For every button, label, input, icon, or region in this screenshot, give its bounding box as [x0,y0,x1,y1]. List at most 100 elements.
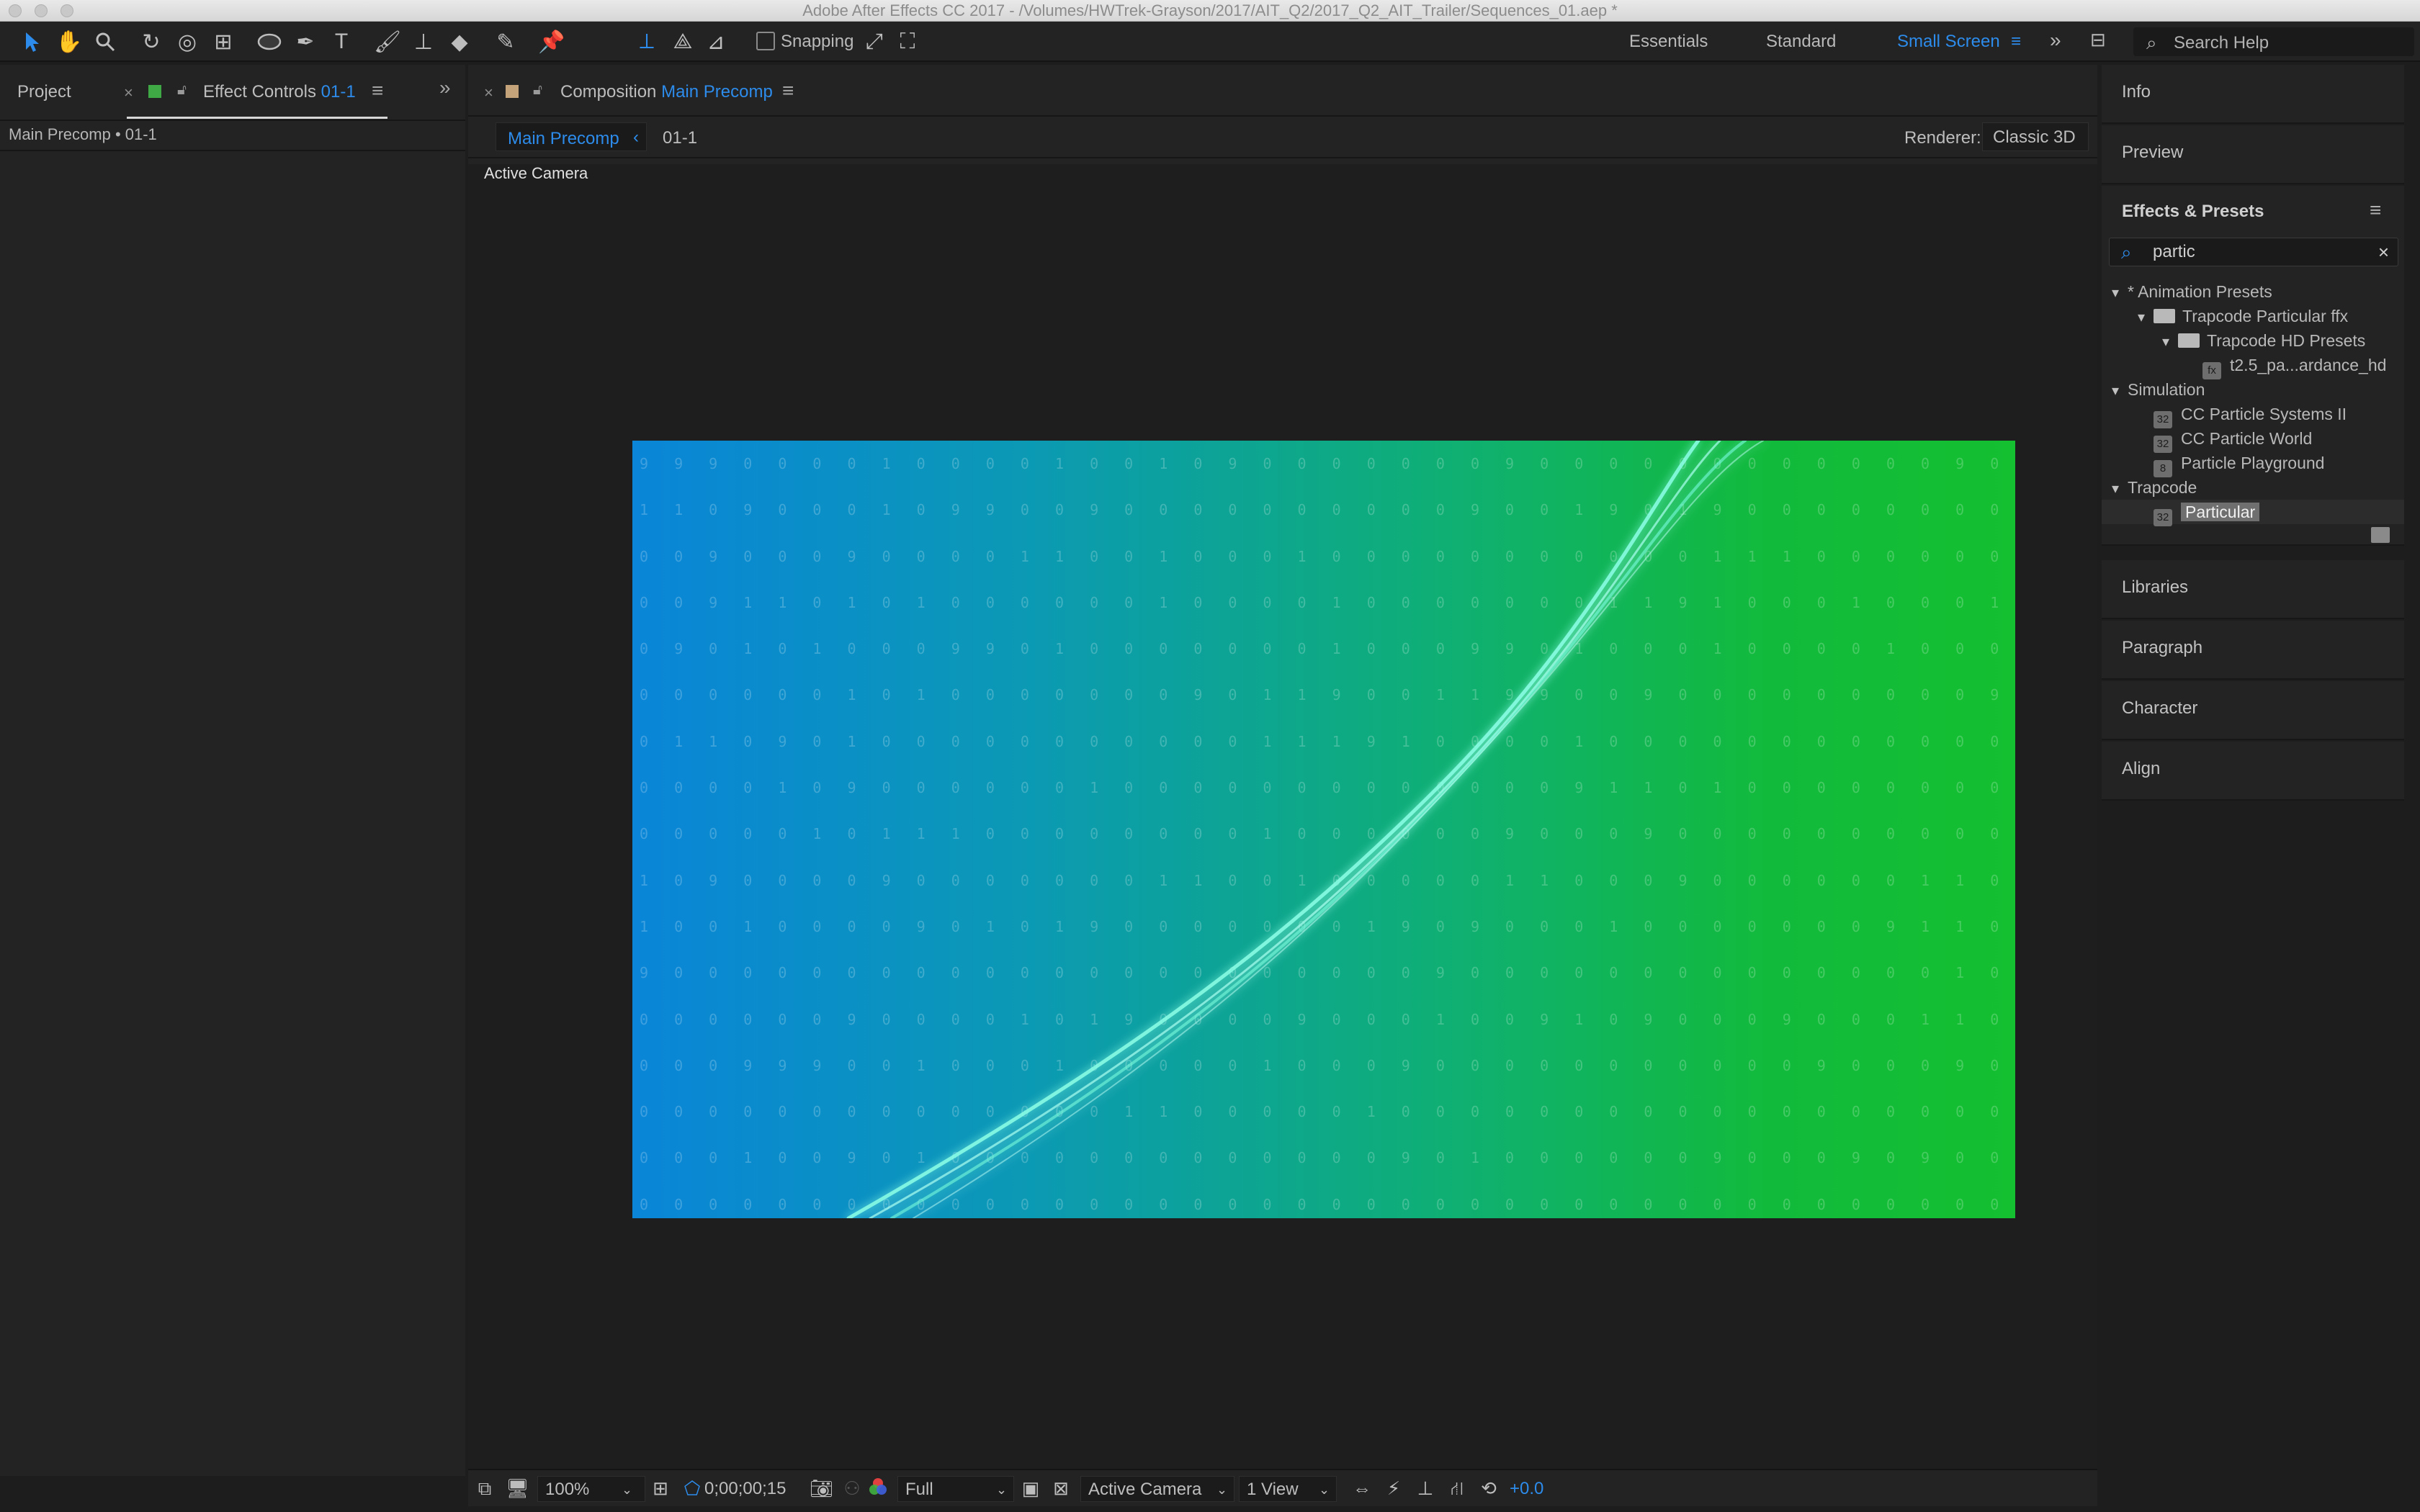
panel-title: Character [2122,698,2198,718]
snap-features-icon[interactable]: ⛶ [893,27,922,56]
more-panels-icon[interactable]: » [439,76,451,99]
more-workspaces-icon[interactable]: » [2050,29,2061,52]
title-action-safe-icon[interactable]: ⊞ [650,1477,671,1499]
tree-group-trapcode[interactable]: ▾ Trapcode [2112,475,2197,500]
divider [0,120,465,121]
lock-icon[interactable]: 🔓︎ [177,82,187,99]
panel-libraries[interactable]: Libraries [2102,560,2404,619]
zoom-tool-icon[interactable] [91,27,120,56]
lock-icon[interactable]: 🔓︎ [533,82,542,99]
view-layout-dropdown[interactable]: 1 View ⌄ [1239,1476,1337,1502]
zoom-dropdown[interactable]: 100% ⌄ [537,1476,645,1502]
edit-workspace-icon[interactable]: ⊟ [2090,29,2106,51]
clone-stamp-tool-icon[interactable]: ⊥ [409,27,438,56]
divider [468,115,2097,117]
brush-tool-icon[interactable]: 🖌 [373,27,402,56]
channel-rgb-icon[interactable] [867,1477,889,1499]
roto-brush-tool-icon[interactable]: ✎ [491,27,520,56]
orbit-camera-tool-icon[interactable]: ◎ [173,27,202,56]
workspace-essentials[interactable]: Essentials [1629,32,1708,52]
chevron-down-icon: ⌄ [996,1482,1008,1497]
tree-folder-trapcode-hd-presets[interactable]: ▾ Trapcode HD Presets [2162,328,2365,353]
type-tool-icon[interactable]: T [327,27,356,56]
panel-title: Preview [2122,143,2184,162]
tree-label: * Animation Presets [2128,282,2272,301]
tree-group-simulation[interactable]: ▾ Simulation [2112,377,2205,402]
panel-menu-icon[interactable]: ≡ [2370,199,2381,222]
subtab-main-precomp[interactable]: Main Precomp ‹ [496,122,647,151]
pan-behind-tool-icon[interactable]: ⊞ [209,27,238,56]
monitor-icon[interactable]: 🖥︎ [506,1477,529,1499]
tree-effect-particle-playground[interactable]: 8 Particle Playground [2154,451,2324,477]
tree-effect-cc-particle-systems-ii[interactable]: 32 CC Particle Systems II [2154,402,2347,428]
puppet-pin-tool-icon[interactable]: 📌 [537,27,566,56]
hand-tool-icon[interactable]: ✋ [55,27,84,56]
subtab-01-1[interactable]: 01-1 [663,128,697,148]
search-help-field[interactable]: ⌕ Search Help [2133,27,2414,56]
snapping-options-icon[interactable]: ⤢ [860,27,889,56]
clear-search-icon[interactable]: × [2378,241,2389,264]
timeline-icon[interactable]: ⊥ [1415,1477,1436,1499]
expand-triangle-icon[interactable]: ▾ [2112,281,2128,305]
tools-toolbar: ✋ ↻ ◎ ⊞ ✒ T 🖌 ⊥ ◆ ✎ 📌 ⟂ ⟁ ⊿ Snapping ⤢ ⛶… [0,22,2420,62]
effects-search-input[interactable] [2153,241,2354,263]
selection-tool-icon[interactable] [19,27,48,56]
flowchart-icon[interactable]: ⛙ [1446,1477,1468,1499]
toggle-pixel-aspect-icon[interactable]: ⇔ [1351,1477,1373,1499]
ellipse-tool-icon[interactable] [255,27,284,56]
tab-composition[interactable]: Composition Main Precomp [560,82,773,102]
panel-preview[interactable]: Preview [2102,125,2404,184]
panel-align[interactable]: Align [2102,742,2404,801]
label-color-icon [506,85,519,98]
expand-triangle-icon[interactable]: ▾ [2112,477,2128,501]
workspace-small-screen[interactable]: Small Screen [1897,32,2000,52]
pen-tool-icon[interactable]: ✒ [291,27,320,56]
search-icon: ⌕ [2121,241,2132,263]
close-tab-icon[interactable]: × [124,84,133,102]
transparency-grid-icon[interactable]: ⊠ [1050,1477,1072,1499]
tree-folder-trapcode-particular-ffx[interactable]: ▾ Trapcode Particular ffx [2138,304,2348,328]
snapshot-camera-icon[interactable]: 📷︎ [810,1477,833,1499]
resolution-dropdown[interactable]: Full ⌄ [897,1476,1014,1502]
composition-frame[interactable]: 9 9 9 0 0 0 0 1 0 0 0 0 1 0 0 1 0 9 0 0 … [632,441,2015,1218]
panel-menu-icon[interactable]: ≡ [372,79,383,102]
current-time[interactable]: 0;00;00;15 [704,1476,786,1502]
world-axis-mode-icon[interactable]: ⟁ [668,27,697,56]
eraser-tool-icon[interactable]: ◆ [445,27,474,56]
composition-viewer[interactable]: Active Camera 9 9 9 0 0 0 0 1 0 0 0 0 1 … [468,164,2097,1469]
exposure-value[interactable]: +0.0 [1510,1476,1543,1502]
panel-title: Libraries [2122,577,2189,597]
panel-menu-icon[interactable]: ≡ [782,79,794,102]
new-folder-icon[interactable] [2371,527,2390,543]
tree-group-animation-presets[interactable]: ▾ * Animation Presets [2112,279,2272,304]
local-axis-mode-icon[interactable]: ⟂ [632,27,661,56]
region-of-interest-icon[interactable]: ▣ [1020,1477,1041,1499]
tree-effect-cc-particle-world[interactable]: 32 CC Particle World [2154,426,2313,453]
renderer-button[interactable]: Classic 3D [1982,122,2089,151]
camera-view-dropdown[interactable]: Active Camera ⌄ [1080,1476,1234,1502]
panel-paragraph[interactable]: Paragraph [2102,621,2404,680]
workspace-menu-icon[interactable]: ≡ [2011,32,2021,52]
tree-preset-item[interactable]: fx t2.5_pa...ardance_hd [2202,353,2386,379]
workspace-standard[interactable]: Standard [1766,32,1836,52]
fast-previews-icon[interactable]: ⚡︎ [1383,1477,1404,1499]
expand-triangle-icon[interactable]: ▾ [2162,330,2178,354]
close-tab-icon[interactable]: × [484,84,493,102]
tree-label: CC Particle World [2181,429,2313,448]
tab-effect-controls[interactable]: Effect Controls 01-1 [203,82,356,102]
expand-triangle-icon[interactable]: ▾ [2138,305,2154,330]
search-help-placeholder: Search Help [2174,33,2269,53]
snapping-checkbox[interactable] [756,32,775,50]
expand-triangle-icon[interactable]: ▾ [2112,379,2128,403]
show-snapshot-icon[interactable]: ⚇ [841,1477,863,1499]
view-axis-mode-icon[interactable]: ⊿ [702,27,730,56]
tree-effect-particular[interactable]: 32 Particular [2102,500,2404,526]
panel-character[interactable]: Character [2102,681,2404,740]
tab-project[interactable]: Project [17,82,71,102]
rotation-tool-icon[interactable]: ↻ [137,27,166,56]
panel-info[interactable]: Info [2102,65,2404,124]
reset-exposure-icon[interactable]: ⟲ [1478,1477,1500,1499]
effects-search-field[interactable]: ⌕ × [2109,238,2398,266]
always-preview-icon[interactable]: ⧉ [474,1477,496,1499]
toggle-mask-visibility-icon[interactable]: ⬠ [681,1477,703,1499]
